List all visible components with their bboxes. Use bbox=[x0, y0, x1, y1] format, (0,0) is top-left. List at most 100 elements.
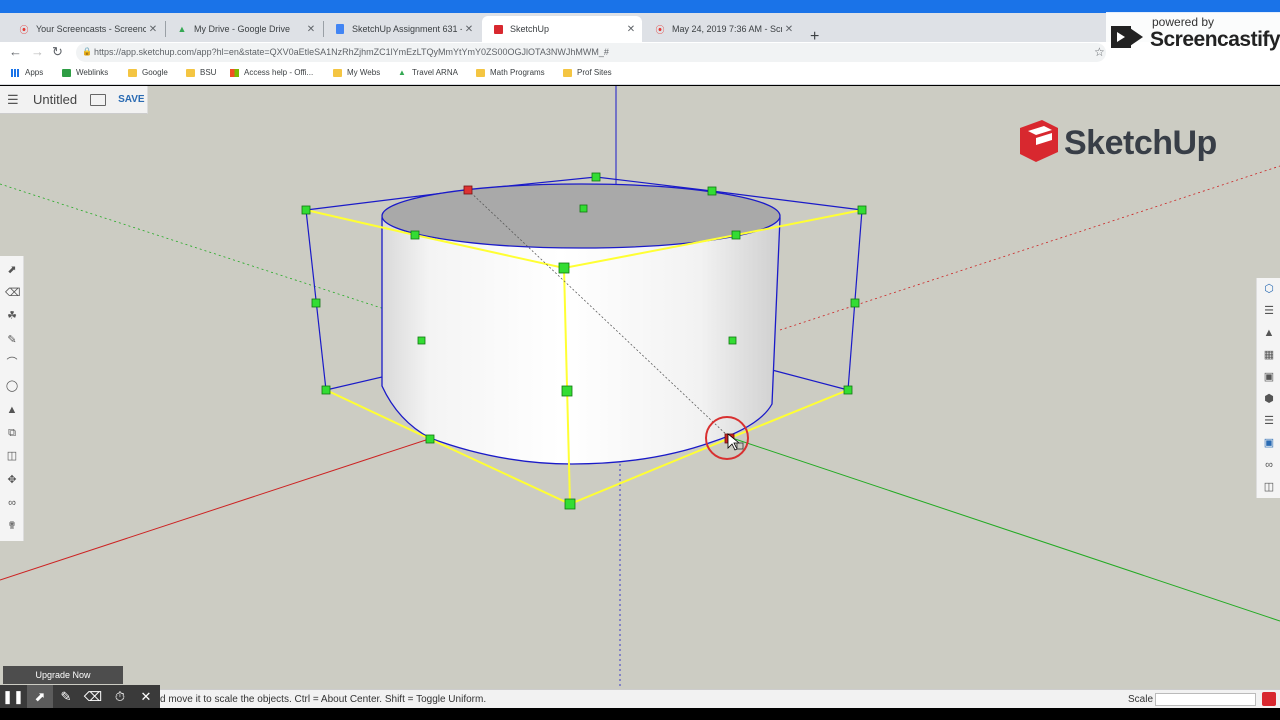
screencastify-control-bar: ❚❚ ⬈ ✎ ⌫ ⏱ ✕ bbox=[0, 685, 160, 708]
close-icon[interactable]: ✕ bbox=[782, 24, 796, 35]
forward-icon[interactable]: → bbox=[31, 44, 44, 59]
scale-grip[interactable] bbox=[558, 262, 570, 274]
reload-icon[interactable]: ↻ bbox=[52, 44, 63, 60]
document-title[interactable]: Untitled bbox=[33, 92, 77, 107]
screencastify-icon: ⦿ bbox=[19, 24, 29, 35]
pencil-icon[interactable]: ✎ bbox=[5, 333, 19, 347]
open-folder-icon[interactable] bbox=[90, 93, 107, 106]
scale-grip[interactable] bbox=[311, 298, 321, 308]
instructor-icon[interactable]: ▲ bbox=[1262, 326, 1276, 340]
outliner-icon[interactable]: ☰ bbox=[1262, 304, 1276, 318]
sketchup-viewport[interactable]: ☰ Untitled SAVE SketchUp ⬈ ⌫ ☘ ✎ ⌒ ◯ ▲ ⧉… bbox=[0, 86, 1280, 689]
display-icon[interactable]: ∞ bbox=[1262, 458, 1276, 472]
bookmark-apps[interactable]: Apps bbox=[11, 68, 43, 77]
active-scale-grip[interactable] bbox=[463, 185, 473, 195]
scale-grip[interactable] bbox=[410, 230, 420, 240]
push-pull-icon[interactable]: ▲ bbox=[5, 403, 19, 417]
eraser-icon[interactable]: ⌫ bbox=[80, 685, 106, 708]
bookmark-weblinks[interactable]: Weblinks bbox=[62, 68, 108, 77]
scale-grip[interactable] bbox=[564, 498, 576, 510]
eraser-icon[interactable]: ⌫ bbox=[5, 286, 21, 300]
scale-grip[interactable] bbox=[857, 205, 867, 215]
upgrade-now-button[interactable]: Upgrade Now bbox=[3, 666, 123, 684]
folder-icon bbox=[186, 68, 195, 77]
scale-grip[interactable] bbox=[321, 385, 331, 395]
orbit-icon[interactable]: ∞ bbox=[5, 496, 19, 510]
tape-measure-icon[interactable]: ◫ bbox=[5, 449, 19, 463]
tab-sketchup[interactable]: SketchUp ✕ bbox=[482, 16, 642, 42]
scale-grip[interactable] bbox=[301, 205, 311, 215]
bookmark-access-help[interactable]: Access help - Offi... bbox=[230, 68, 313, 77]
cursor-icon[interactable]: ⬈ bbox=[27, 685, 53, 708]
circle-icon[interactable]: ◯ bbox=[5, 379, 19, 393]
back-icon[interactable]: ← bbox=[9, 44, 22, 59]
bookmark-my-webs[interactable]: My Webs bbox=[333, 68, 380, 77]
scale-grip[interactable] bbox=[561, 385, 573, 397]
bookmark-label: Math Programs bbox=[490, 68, 545, 77]
scale-grip[interactable] bbox=[579, 204, 588, 213]
close-icon[interactable]: ✕ bbox=[133, 685, 159, 708]
url-field[interactable]: 🔒 https://app.sketchup.com/app?hl=en&sta… bbox=[76, 43, 1106, 62]
tab-google-drive[interactable]: ▲ My Drive - Google Drive ✕ bbox=[166, 16, 322, 42]
bookmark-bsu[interactable]: BSU bbox=[186, 68, 216, 77]
scenes-icon[interactable]: ▣ bbox=[1262, 436, 1276, 450]
green-axis-dotted bbox=[0, 183, 401, 315]
save-button[interactable]: SAVE bbox=[118, 94, 145, 105]
select-icon[interactable]: ⬈ bbox=[5, 263, 19, 277]
pen-icon[interactable]: ✎ bbox=[53, 685, 79, 708]
close-icon[interactable]: ✕ bbox=[624, 24, 638, 35]
bookmark-google[interactable]: Google bbox=[128, 68, 168, 77]
close-icon[interactable]: ✕ bbox=[462, 24, 476, 35]
cylinder-body[interactable] bbox=[381, 217, 781, 465]
tab-title: SketchUp bbox=[510, 24, 550, 34]
screencastify-icon: ⦿ bbox=[655, 24, 665, 35]
tab-screencasts[interactable]: ⦿ Your Screencasts - Screencastify ✕ bbox=[8, 16, 164, 42]
scale-grip[interactable] bbox=[591, 172, 601, 182]
tab-sketchup-assignment[interactable]: SketchUp Assignment 631 - Goo ✕ bbox=[324, 16, 480, 42]
bookmark-prof-sites[interactable]: Prof Sites bbox=[563, 68, 612, 77]
scale-grip[interactable] bbox=[417, 336, 426, 345]
components-icon[interactable]: ▦ bbox=[1262, 348, 1276, 362]
red-axis-line bbox=[0, 437, 433, 581]
scale-label: Scale bbox=[1128, 694, 1154, 705]
bookmark-label: Prof Sites bbox=[577, 68, 612, 77]
office-icon bbox=[230, 68, 239, 77]
bookmark-label: Google bbox=[142, 68, 168, 77]
styles-icon[interactable]: ⬢ bbox=[1262, 392, 1276, 406]
green-axis-line bbox=[731, 437, 1280, 622]
pause-icon[interactable]: ❚❚ bbox=[0, 685, 26, 708]
walk-icon[interactable]: ✟ bbox=[5, 519, 19, 533]
layers-icon[interactable]: ☰ bbox=[1262, 414, 1276, 428]
timer-icon[interactable]: ⏱ bbox=[107, 685, 133, 708]
sketchup-icon bbox=[492, 23, 504, 35]
model-canvas[interactable] bbox=[0, 86, 1280, 689]
sketchup-status-icon[interactable] bbox=[1262, 692, 1276, 706]
bookmark-label: BSU bbox=[200, 68, 217, 77]
scale-grip[interactable] bbox=[850, 298, 860, 308]
scale-cursor-badge-icon bbox=[736, 442, 744, 450]
close-icon[interactable]: ✕ bbox=[146, 24, 160, 35]
scale-grip[interactable] bbox=[707, 186, 717, 196]
materials-icon[interactable]: ▣ bbox=[1262, 370, 1276, 384]
close-icon[interactable]: ✕ bbox=[304, 24, 318, 35]
powered-by-label: powered by bbox=[1152, 15, 1215, 29]
screen-top-strip bbox=[0, 0, 1280, 13]
move-icon[interactable]: ✥ bbox=[5, 473, 19, 487]
paint-bucket-icon[interactable]: ☘ bbox=[5, 309, 19, 323]
tab-screencast-recording[interactable]: ⦿ May 24, 2019 7:36 AM - Screenca ✕ bbox=[644, 16, 800, 42]
offset-icon[interactable]: ⧉ bbox=[5, 426, 19, 440]
scale-grip[interactable] bbox=[728, 336, 737, 345]
sketchup-logo: SketchUp bbox=[1018, 118, 1228, 164]
entity-info-icon[interactable]: ⬡ bbox=[1262, 282, 1276, 296]
bookmark-math-programs[interactable]: Math Programs bbox=[476, 68, 545, 77]
scale-grip[interactable] bbox=[425, 434, 435, 444]
scale-input[interactable] bbox=[1155, 693, 1256, 706]
bookmark-star-icon[interactable]: ☆ bbox=[1094, 45, 1105, 59]
scale-grip[interactable] bbox=[843, 385, 853, 395]
menu-icon[interactable]: ☰ bbox=[7, 92, 20, 108]
arc-icon[interactable]: ⌒ bbox=[5, 356, 19, 370]
bookmark-travel-arna[interactable]: ▲ Travel ARNA bbox=[398, 68, 458, 77]
folder-icon bbox=[563, 68, 572, 77]
solid-inspector-icon[interactable]: ◫ bbox=[1262, 480, 1276, 494]
scale-grip[interactable] bbox=[731, 230, 741, 240]
